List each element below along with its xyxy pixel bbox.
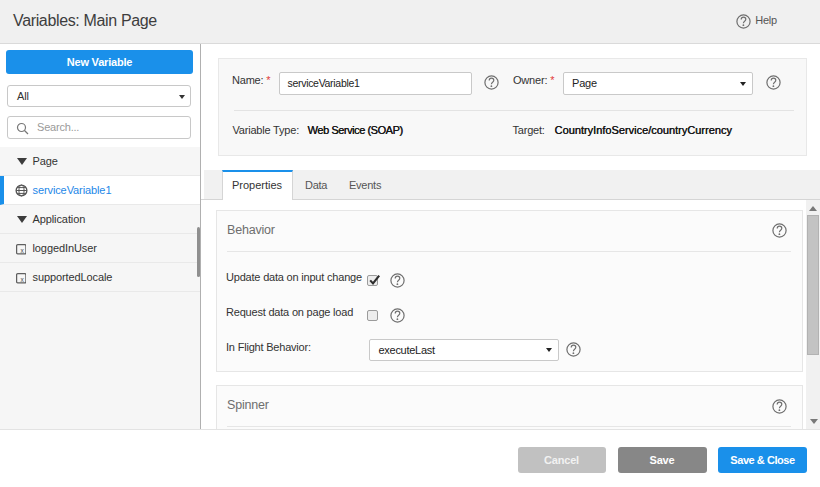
svg-text:x: x	[20, 247, 24, 254]
svg-text:x: x	[20, 276, 24, 283]
